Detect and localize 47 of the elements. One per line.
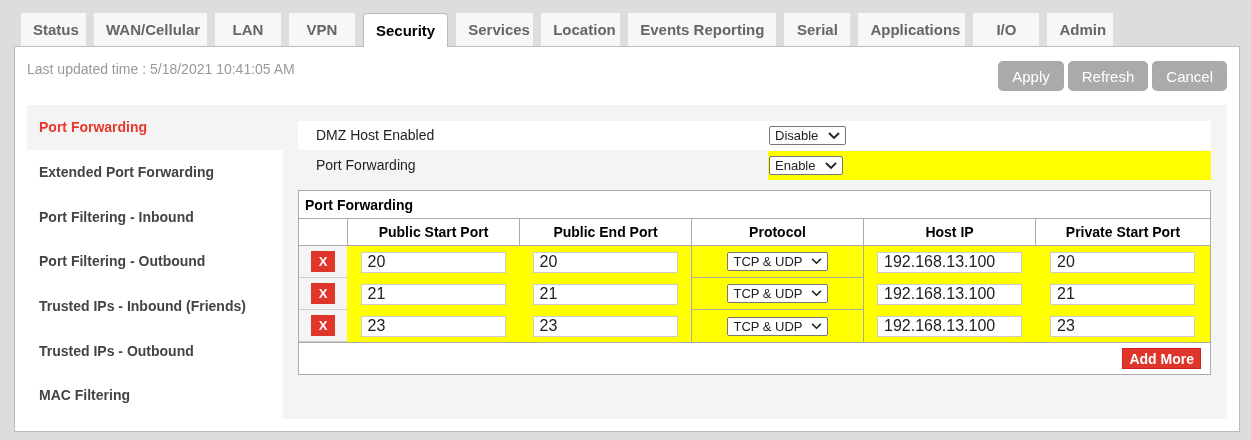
chevron-icon <box>810 322 822 330</box>
column-header: Public End Port <box>519 219 691 245</box>
column-header: Public Start Port <box>347 219 519 245</box>
tab[interactable]: Services <box>456 13 534 46</box>
column-header: Protocol <box>691 219 863 245</box>
input-field[interactable]: 20 <box>532 251 678 273</box>
input-field[interactable]: 21 <box>1050 283 1195 305</box>
select-dropdown[interactable]: Disable <box>769 126 847 145</box>
input-field[interactable]: 21 <box>532 283 678 305</box>
delete-button[interactable]: X <box>311 315 335 336</box>
column-header: Host IP <box>863 219 1035 245</box>
tab[interactable]: Admin <box>1047 13 1114 46</box>
select-dropdown[interactable]: TCP & UDP <box>727 316 828 336</box>
tab[interactable]: VPN <box>289 13 355 46</box>
tab[interactable]: Events Reporting <box>628 13 777 46</box>
tab[interactable]: Security <box>363 13 449 47</box>
input-field[interactable]: 23 <box>532 315 678 337</box>
sidebar-item[interactable]: Port Forwarding <box>27 105 283 150</box>
tab[interactable]: Serial <box>784 13 851 46</box>
input-field[interactable]: 192.168.13.100 <box>877 315 1022 337</box>
chevron-icon <box>810 290 822 297</box>
input-field[interactable]: 23 <box>1050 315 1195 337</box>
setting-label: DMZ Host Enabled <box>298 121 768 150</box>
select-dropdown[interactable]: Enable <box>769 156 844 175</box>
chevron-icon <box>825 161 838 170</box>
input-field[interactable]: 20 <box>1050 251 1195 273</box>
column-header: Private Start Port <box>1035 219 1210 245</box>
delete-button[interactable]: X <box>311 283 335 304</box>
input-field[interactable]: 21 <box>360 283 506 305</box>
input-field[interactable]: 20 <box>360 251 506 273</box>
tab[interactable]: I/O <box>973 13 1040 46</box>
chevron-icon <box>828 131 841 140</box>
chevron-icon <box>810 258 822 265</box>
tab[interactable]: LAN <box>215 13 281 46</box>
select-dropdown[interactable]: TCP & UDP <box>727 284 828 303</box>
delete-button[interactable]: X <box>311 251 335 272</box>
tab[interactable]: WAN/Cellular <box>94 13 207 46</box>
add-more-button[interactable]: Add More <box>1122 348 1201 369</box>
input-field[interactable]: 192.168.13.100 <box>877 251 1022 273</box>
input-field[interactable]: 23 <box>360 315 506 337</box>
table-title: Port Forwarding <box>299 191 1210 219</box>
tab[interactable]: Location <box>541 13 621 46</box>
input-field[interactable]: 192.168.13.100 <box>877 283 1022 305</box>
tab[interactable]: Applications <box>858 13 966 46</box>
tab[interactable]: Status <box>21 13 86 46</box>
last-updated-text: Last updated time : 5/18/2021 10:41:05 AM <box>27 61 295 79</box>
select-dropdown[interactable]: TCP & UDP <box>727 252 828 271</box>
